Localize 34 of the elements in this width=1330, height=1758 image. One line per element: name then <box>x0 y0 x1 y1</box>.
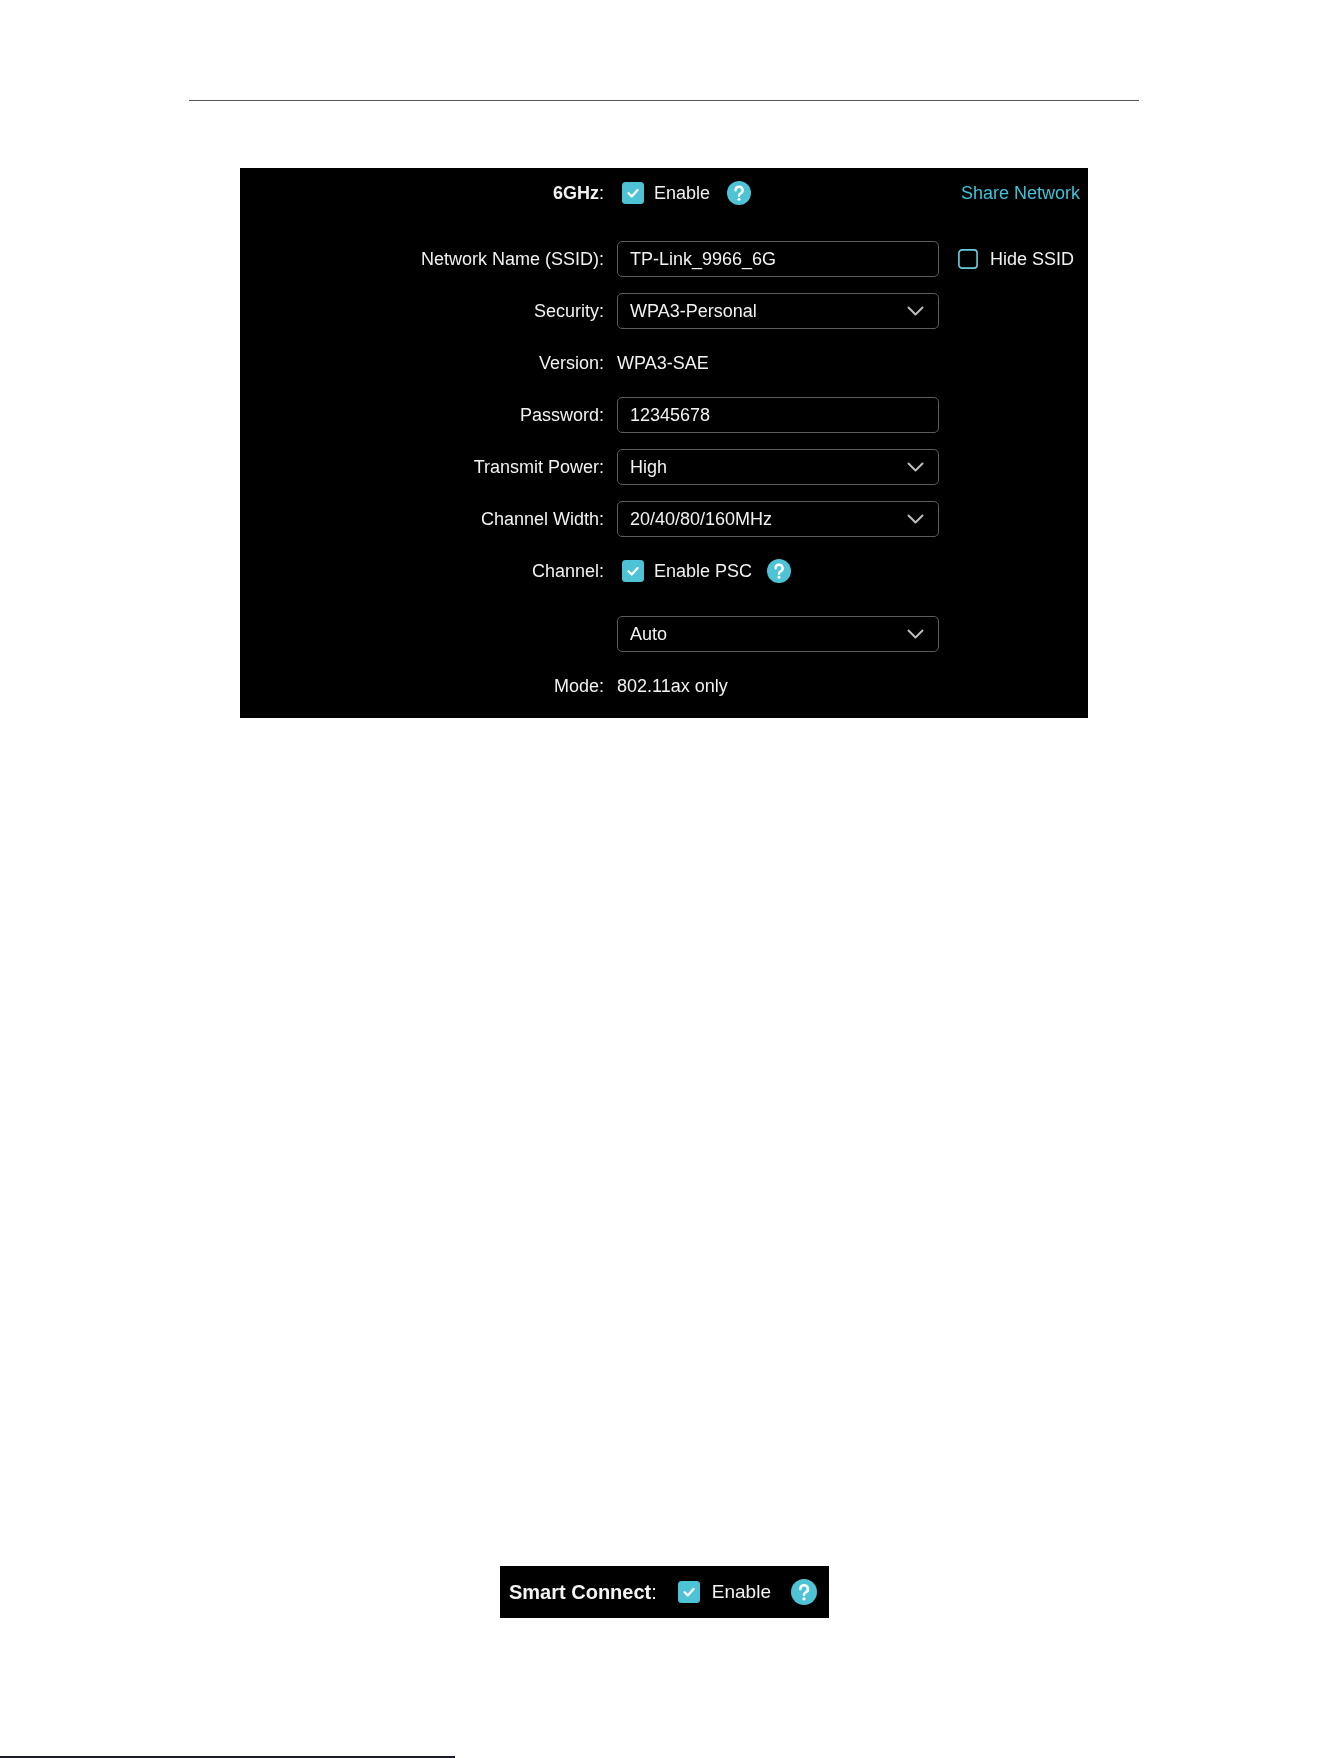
chevron-down-icon <box>907 306 924 316</box>
checkbox-label[interactable]: Enable PSC <box>654 560 753 582</box>
checkbox-label[interactable]: Enable <box>654 182 711 204</box>
dropdown[interactable]: Auto <box>617 616 939 652</box>
field-label: Security: <box>533 300 604 321</box>
help-icon[interactable] <box>767 559 792 583</box>
section-label: 6GHz: <box>552 182 604 203</box>
text-field[interactable]: 12345678 <box>617 397 939 433</box>
checkbox-label[interactable]: Enable <box>711 1581 771 1603</box>
field-label: Password: <box>519 404 604 425</box>
field-label: Transmit Power: <box>473 456 604 477</box>
help-icon[interactable] <box>727 181 752 205</box>
checkbox[interactable] <box>622 182 644 204</box>
chevron-down-icon <box>907 514 924 524</box>
field-label: Channel: <box>531 560 604 581</box>
chevron-down-icon <box>907 629 924 639</box>
chevron-down-icon <box>907 462 924 472</box>
field-label: Version: <box>538 352 604 373</box>
checkbox-label[interactable]: Hide SSID <box>990 248 1075 270</box>
dropdown[interactable]: WPA3-Personal <box>617 293 939 329</box>
setting-label: Smart Connect: <box>509 1580 657 1604</box>
field-value: WPA3-SAE <box>617 352 709 374</box>
field-label: Channel Width: <box>480 508 604 529</box>
checkbox[interactable] <box>622 560 644 582</box>
checkbox[interactable] <box>958 249 978 269</box>
field-value: 802.11ax only <box>617 675 728 697</box>
dropdown[interactable]: 20/40/80/160MHz <box>617 501 939 537</box>
field-label: Network Name (SSID): <box>420 248 604 269</box>
text-field[interactable]: TP-Link_9966_6G <box>617 241 939 277</box>
help-icon[interactable] <box>791 1579 817 1605</box>
share-network-link[interactable]: Share Network <box>960 182 1080 204</box>
dropdown[interactable]: High <box>617 449 939 485</box>
field-label: Mode: <box>553 675 604 696</box>
checkbox[interactable] <box>677 1581 700 1603</box>
